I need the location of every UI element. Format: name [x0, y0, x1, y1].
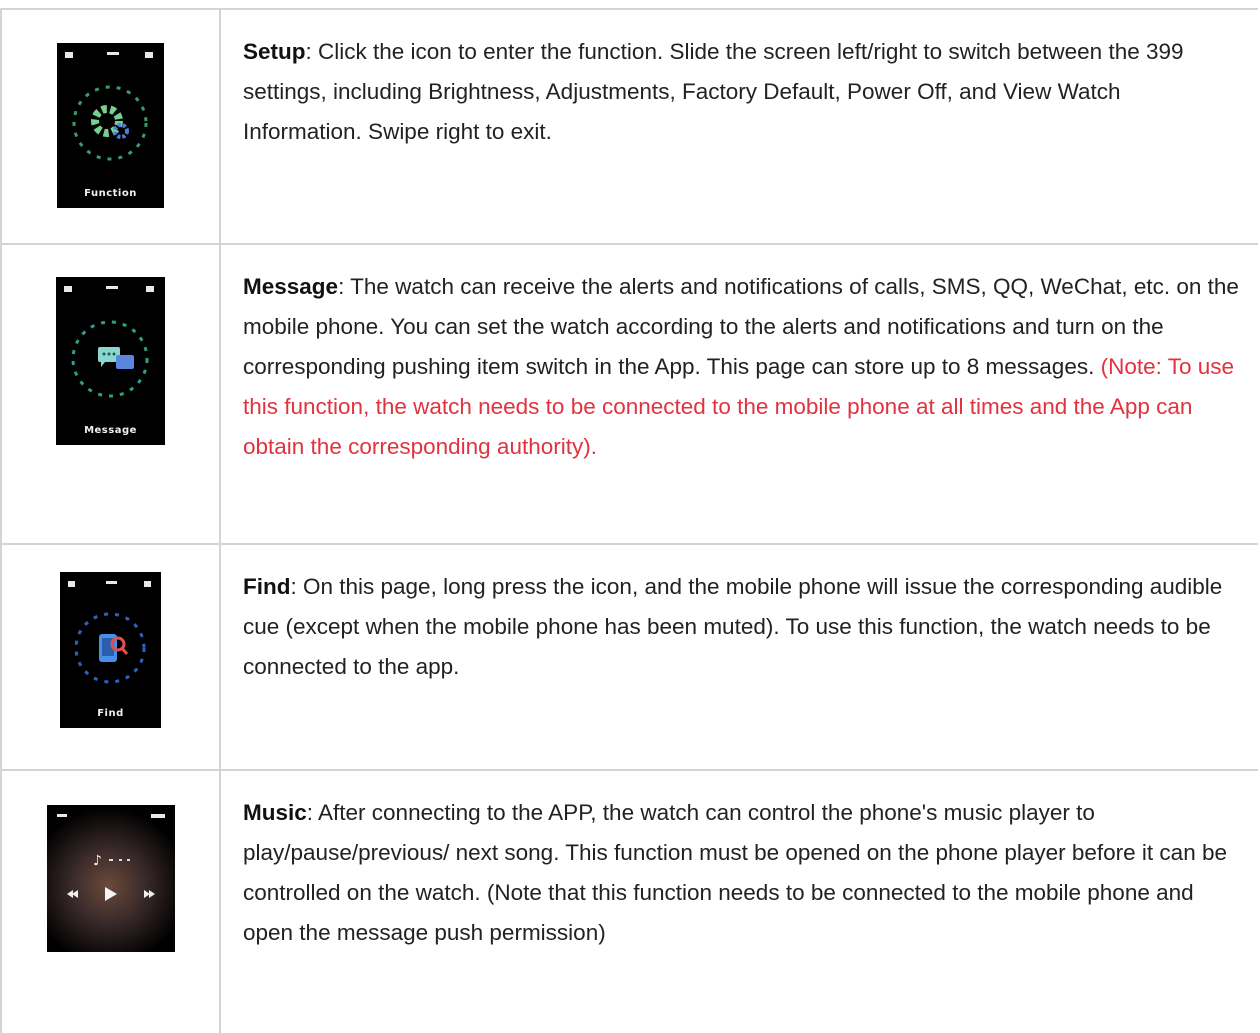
- table-row: Function Setup: Click the icon to enter …: [2, 10, 1258, 245]
- watch-screen-message: Message: [56, 277, 165, 445]
- next-icon[interactable]: [143, 890, 155, 898]
- description-cell: Setup: Click the icon to enter the funct…: [221, 10, 1258, 243]
- feature-title: Music: [243, 800, 307, 825]
- image-cell: Message: [2, 245, 221, 543]
- image-cell: ♪: [2, 771, 221, 1033]
- description-cell: Music: After connecting to the APP, the …: [221, 771, 1258, 1033]
- feature-description: : The watch can receive the alerts and n…: [243, 274, 1239, 379]
- image-cell: Find: [2, 545, 221, 769]
- table-row: Find Find: On this page, long press the …: [2, 545, 1258, 771]
- description-cell: Message: The watch can receive the alert…: [221, 245, 1258, 543]
- feature-title: Setup: [243, 39, 306, 64]
- watch-screen-find: Find: [60, 572, 161, 728]
- find-phone-icon: [74, 612, 146, 684]
- music-controls: ♪: [66, 853, 155, 901]
- feature-title: Message: [243, 274, 339, 299]
- watch-caption: Function: [84, 188, 137, 199]
- watch-caption: Message: [84, 425, 137, 436]
- feature-description: : On this page, long press the icon, and…: [243, 574, 1223, 679]
- function-table: Function Setup: Click the icon to enter …: [0, 8, 1258, 1033]
- table-row: Message Message: The watch can receive t…: [2, 245, 1258, 545]
- feature-description: : After connecting to the APP, the watch…: [243, 800, 1227, 945]
- watch-screen-music: ♪: [46, 805, 175, 952]
- message-icon: [71, 320, 149, 398]
- watch-screen-setup: Function: [57, 43, 164, 208]
- watch-caption: Find: [97, 708, 124, 719]
- table-row: ♪ Music: After connecting to the APP, th…: [2, 771, 1258, 1033]
- music-note-icon: ♪: [93, 853, 102, 869]
- gear-icon: [72, 85, 148, 161]
- image-cell: Function: [2, 10, 221, 243]
- previous-icon[interactable]: [66, 890, 78, 898]
- feature-title: Find: [243, 574, 291, 599]
- play-icon[interactable]: [104, 887, 117, 901]
- feature-description: : Click the icon to enter the function. …: [243, 39, 1184, 144]
- description-cell: Find: On this page, long press the icon,…: [221, 545, 1258, 769]
